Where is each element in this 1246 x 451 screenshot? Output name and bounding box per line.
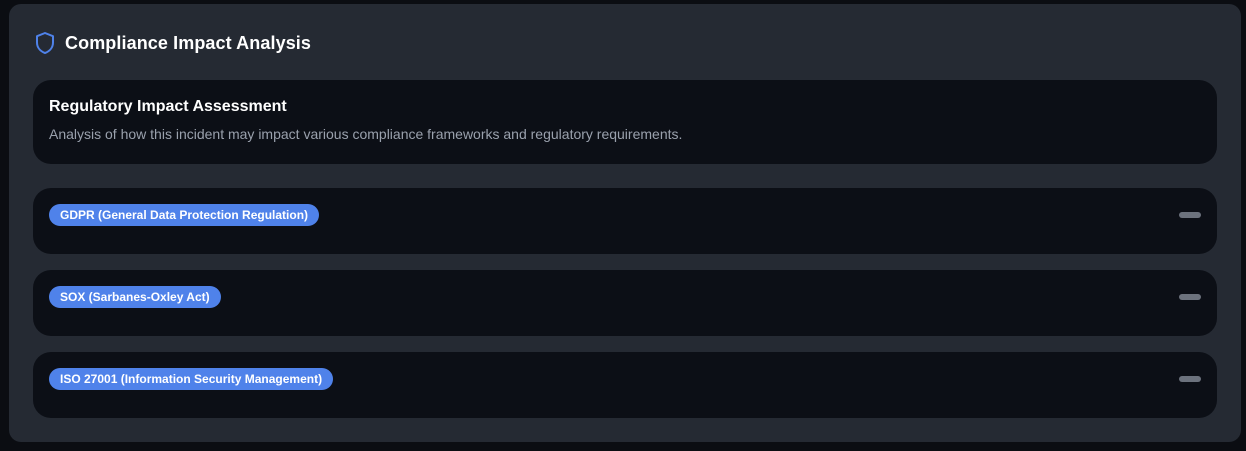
assessment-description: Analysis of how this incident may impact…	[49, 126, 683, 142]
assessment-title: Regulatory Impact Assessment	[49, 98, 287, 115]
minus-icon[interactable]	[1179, 294, 1201, 300]
panel-title: Compliance Impact Analysis	[65, 32, 312, 53]
framework-badge: ISO 27001 (Information Security Manageme…	[49, 368, 334, 390]
framework-card-gdpr[interactable]: GDPR (General Data Protection Regulation…	[33, 188, 1217, 254]
framework-card-iso27001[interactable]: ISO 27001 (Information Security Manageme…	[33, 352, 1217, 418]
framework-badge: SOX (Sarbanes-Oxley Act)	[49, 286, 221, 308]
panel-header: Compliance Impact Analysis	[35, 30, 311, 56]
regulatory-assessment-card: Regulatory Impact Assessment Analysis of…	[33, 80, 1217, 164]
compliance-impact-panel: Compliance Impact Analysis Regulatory Im…	[9, 4, 1241, 442]
framework-card-sox[interactable]: SOX (Sarbanes-Oxley Act)	[33, 270, 1217, 336]
minus-icon[interactable]	[1179, 212, 1201, 218]
shield-icon	[35, 31, 55, 55]
minus-icon[interactable]	[1179, 376, 1201, 382]
framework-badge: GDPR (General Data Protection Regulation…	[49, 204, 320, 226]
